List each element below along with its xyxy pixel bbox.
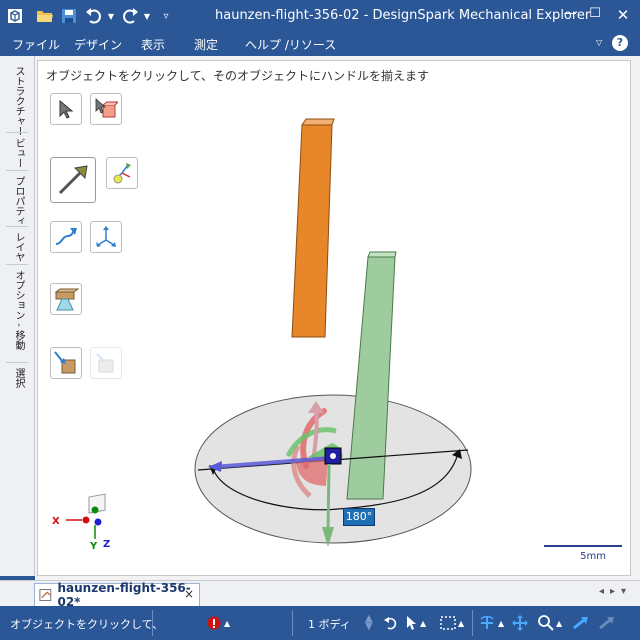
menu-file[interactable]: ファイル xyxy=(12,36,60,53)
gizmo-anchor-dot xyxy=(330,453,336,459)
design-viewport[interactable]: オブジェクトをクリックして、そのオブジェクトにハンドルを揃えます X Y Z 1… xyxy=(37,60,631,576)
status-message: オブジェクトをクリックして、 xyxy=(10,618,164,631)
rotation-angle-label[interactable]: 180° xyxy=(343,508,375,526)
undo-dropdown-icon[interactable]: ▼ xyxy=(106,6,116,26)
orange-body-top-face xyxy=(301,118,335,126)
green-axis-handle[interactable] xyxy=(326,463,331,534)
menu-view[interactable]: 表示 xyxy=(141,36,165,53)
document-tab[interactable]: haunzen-flight-356-02* × xyxy=(34,581,200,609)
tab-nav-arrows[interactable]: ◂▸▾ xyxy=(599,586,632,597)
box-select-icon[interactable]: ▲ xyxy=(440,615,464,631)
menu-bar: ファイル デザイン 表示 測定 ヘルプ /リソース ▽ ? xyxy=(0,32,640,56)
menu-help[interactable]: ヘルプ /リソース xyxy=(245,36,336,53)
app-icon[interactable] xyxy=(6,6,24,26)
model-scene[interactable]: X Y Z xyxy=(38,61,630,575)
triad-blue-dot xyxy=(94,518,102,526)
save-icon[interactable] xyxy=(60,6,78,26)
axis-z-label: Z xyxy=(103,539,110,550)
selection-stepper-icon[interactable]: ▲ ▼ xyxy=(365,614,373,632)
pan-view-icon[interactable] xyxy=(512,615,528,631)
side-panel-tabs: ストラクチャー ビュー プロパティ レイヤ オプション - 移動 選択 xyxy=(0,56,35,576)
status-bar: オブジェクトをクリックして、 ▲ 1 ボディ ▲ ▼ ▲ ▲ ▲ ▲ xyxy=(0,606,640,640)
menu-design[interactable]: デザイン xyxy=(74,36,122,53)
undo-icon[interactable] xyxy=(84,6,104,26)
scale-bar-label: 5mm xyxy=(580,551,606,562)
status-divider xyxy=(292,610,293,636)
zoom-view-icon[interactable]: ▲ xyxy=(538,615,562,631)
close-button[interactable]: ✕ xyxy=(608,6,638,26)
work-area: オブジェクトをクリックして、そのオブジェクトにハンドルを揃えます X Y Z 1… xyxy=(35,56,640,580)
document-icon xyxy=(39,589,52,601)
next-view-icon[interactable] xyxy=(598,615,616,631)
green-body-top-face xyxy=(367,251,397,258)
window-title: haunzen-flight-356-02 - DesignSpark Mech… xyxy=(215,8,591,23)
document-tab-bar: haunzen-flight-356-02* × ◂▸▾ xyxy=(0,580,640,609)
selection-undo-icon[interactable] xyxy=(383,615,399,631)
redo-dropdown-icon[interactable]: ▼ xyxy=(142,6,152,26)
tab-properties[interactable]: プロパティ xyxy=(8,176,26,226)
axis-y-label: Y xyxy=(89,541,98,552)
scale-bar-line xyxy=(544,545,622,547)
title-bar: ▼ ▼ ▿ haunzen-flight-356-02 - DesignSpar… xyxy=(0,0,640,32)
status-divider xyxy=(152,610,153,636)
tab-structure[interactable]: ストラクチャー xyxy=(8,66,26,136)
triad-green-dot xyxy=(91,506,99,514)
ribbon-toggle-icon[interactable]: ▽ xyxy=(596,38,602,47)
status-divider xyxy=(472,610,473,636)
rotate-view-icon[interactable]: ▲ xyxy=(478,615,504,631)
tab-divider xyxy=(6,264,28,265)
rotation-disc[interactable] xyxy=(194,394,472,544)
tab-divider xyxy=(6,170,28,171)
open-folder-icon[interactable] xyxy=(36,6,54,26)
tab-options-move[interactable]: オプション - 移動 xyxy=(8,270,26,350)
scale-bar: 5mm xyxy=(544,545,622,565)
tab-divider xyxy=(6,362,28,363)
previous-view-icon[interactable] xyxy=(572,615,590,631)
axis-x-label: X xyxy=(52,516,60,527)
help-icon[interactable]: ? xyxy=(612,35,628,51)
maximize-button[interactable]: ☐ xyxy=(580,6,610,26)
tab-layers[interactable]: レイヤ xyxy=(8,232,26,262)
document-tab-label: haunzen-flight-356-02* xyxy=(57,581,191,609)
error-icon[interactable]: ▲ xyxy=(207,615,230,631)
body-count: 1 ボディ xyxy=(308,618,351,631)
menu-measure[interactable]: 測定 xyxy=(194,36,218,53)
tab-divider xyxy=(6,132,28,133)
select-cursor-icon[interactable]: ▲ xyxy=(406,615,426,631)
tab-selection[interactable]: 選択 xyxy=(8,368,26,388)
customize-quick-access-icon[interactable]: ▿ xyxy=(160,6,172,26)
triad-red-dot xyxy=(82,516,90,524)
document-tab-close-button[interactable]: × xyxy=(184,587,194,601)
redo-icon[interactable] xyxy=(120,6,140,26)
tab-view[interactable]: ビュー xyxy=(8,138,26,168)
orange-body[interactable] xyxy=(291,124,333,338)
tab-divider xyxy=(6,226,28,227)
